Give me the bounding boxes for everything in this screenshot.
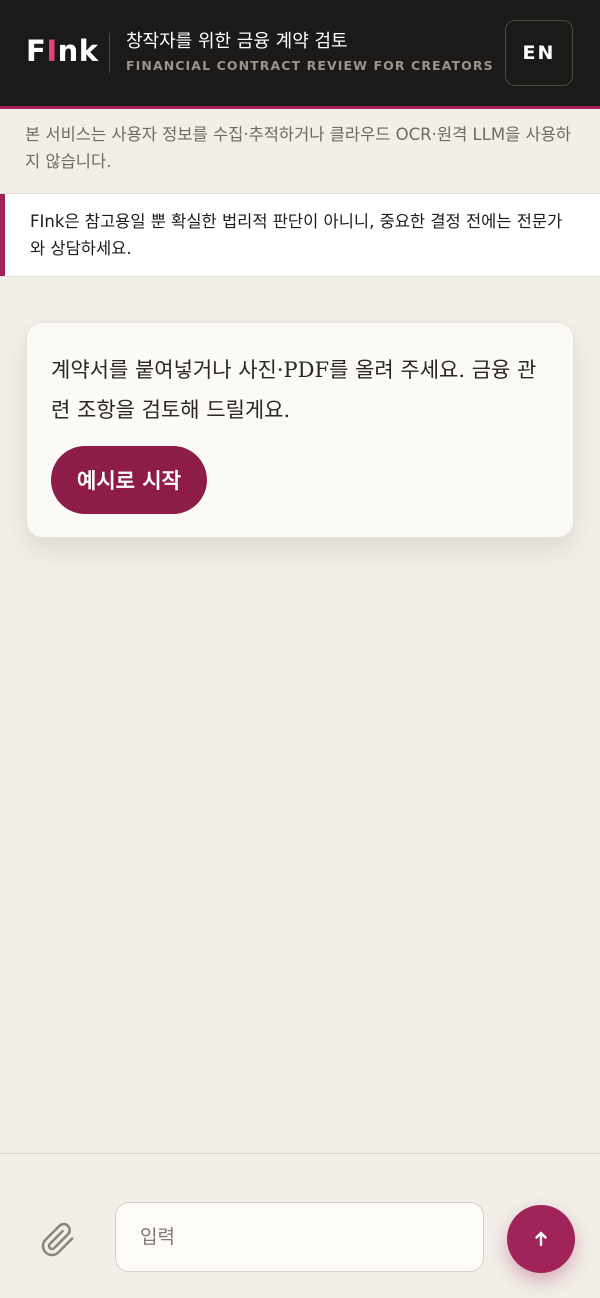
intro-message: 계약서를 붙여넣거나 사진·PDF를 올려 주세요. 금융 관련 조항을 검토해…: [51, 358, 537, 422]
header-divider: [109, 33, 110, 73]
paperclip-icon[interactable]: [40, 1222, 76, 1258]
intro-message-card: 계약서를 붙여넣거나 사진·PDF를 올려 주세요. 금융 관련 조항을 검토해…: [26, 322, 574, 538]
send-button[interactable]: [507, 1205, 575, 1273]
privacy-note: 본 서비스는 사용자 정보를 수집·추적하거나 클라우드 OCR·원격 LLM을…: [25, 125, 572, 171]
language-toggle-button[interactable]: EN: [505, 20, 573, 86]
disclaimer-text: FInk은 참고용일 뿐 확실한 법리적 판단이 아니니, 중요한 결정 전에는…: [30, 212, 563, 258]
arrow-up-icon: [535, 1231, 547, 1247]
message-input[interactable]: [115, 1202, 484, 1272]
notice-accent-bar: [0, 194, 5, 276]
disclaimer-notice: FInk은 참고용일 뿐 확실한 법리적 판단이 아니니, 중요한 결정 전에는…: [0, 193, 600, 277]
start-example-button[interactable]: 예시로 시작: [51, 446, 207, 514]
composer-divider: [0, 1153, 600, 1154]
app-header: FInk 창작자를 위한 금융 계약 검토 FINANCIAL CONTRACT…: [0, 0, 600, 109]
app-title: 창작자를 위한 금융 계약 검토: [126, 31, 348, 52]
app-subtitle: FINANCIAL CONTRACT REVIEW FOR CREATORS: [126, 58, 494, 73]
app-logo: FInk: [26, 34, 99, 68]
